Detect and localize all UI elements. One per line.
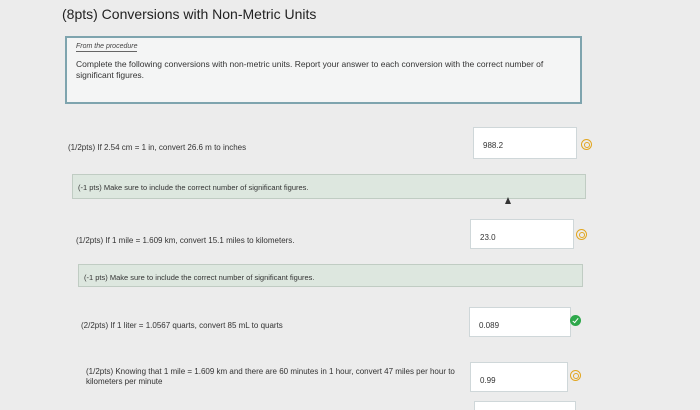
feedback-sig-figs-2: (-1 pts) Make sure to include the correc…	[78, 264, 583, 287]
mouse-cursor-icon	[505, 197, 511, 204]
partial-credit-icon	[570, 370, 581, 381]
feedback-sig-figs-1: (-1 pts) Make sure to include the correc…	[72, 174, 586, 199]
correct-check-icon	[570, 315, 581, 326]
procedure-box: From the procedure Complete the followin…	[65, 36, 582, 104]
answer-input-2[interactable]: 23.0	[470, 219, 574, 249]
question-2-prompt: (1/2pts) If 1 mile = 1.609 km, convert 1…	[76, 236, 295, 245]
question-1-prompt: (1/2pts) If 2.54 cm = 1 in, convert 26.6…	[68, 143, 247, 152]
question-3-prompt: (2/2pts) If 1 liter = 1.0567 quarts, con…	[81, 321, 283, 330]
answer-input-3[interactable]: 0.089	[469, 307, 571, 337]
partial-credit-icon	[581, 139, 592, 150]
procedure-label: From the procedure	[76, 43, 138, 52]
page-title: (8pts) Conversions with Non-Metric Units	[62, 6, 317, 22]
answer-input-1[interactable]: 988.2	[473, 127, 577, 159]
answer-input-4[interactable]: 0.99	[470, 362, 568, 392]
procedure-text: Complete the following conversions with …	[76, 59, 544, 80]
question-4-prompt: (1/2pts) Knowing that 1 mile = 1.609 km …	[86, 367, 455, 386]
partial-credit-icon	[576, 229, 587, 240]
